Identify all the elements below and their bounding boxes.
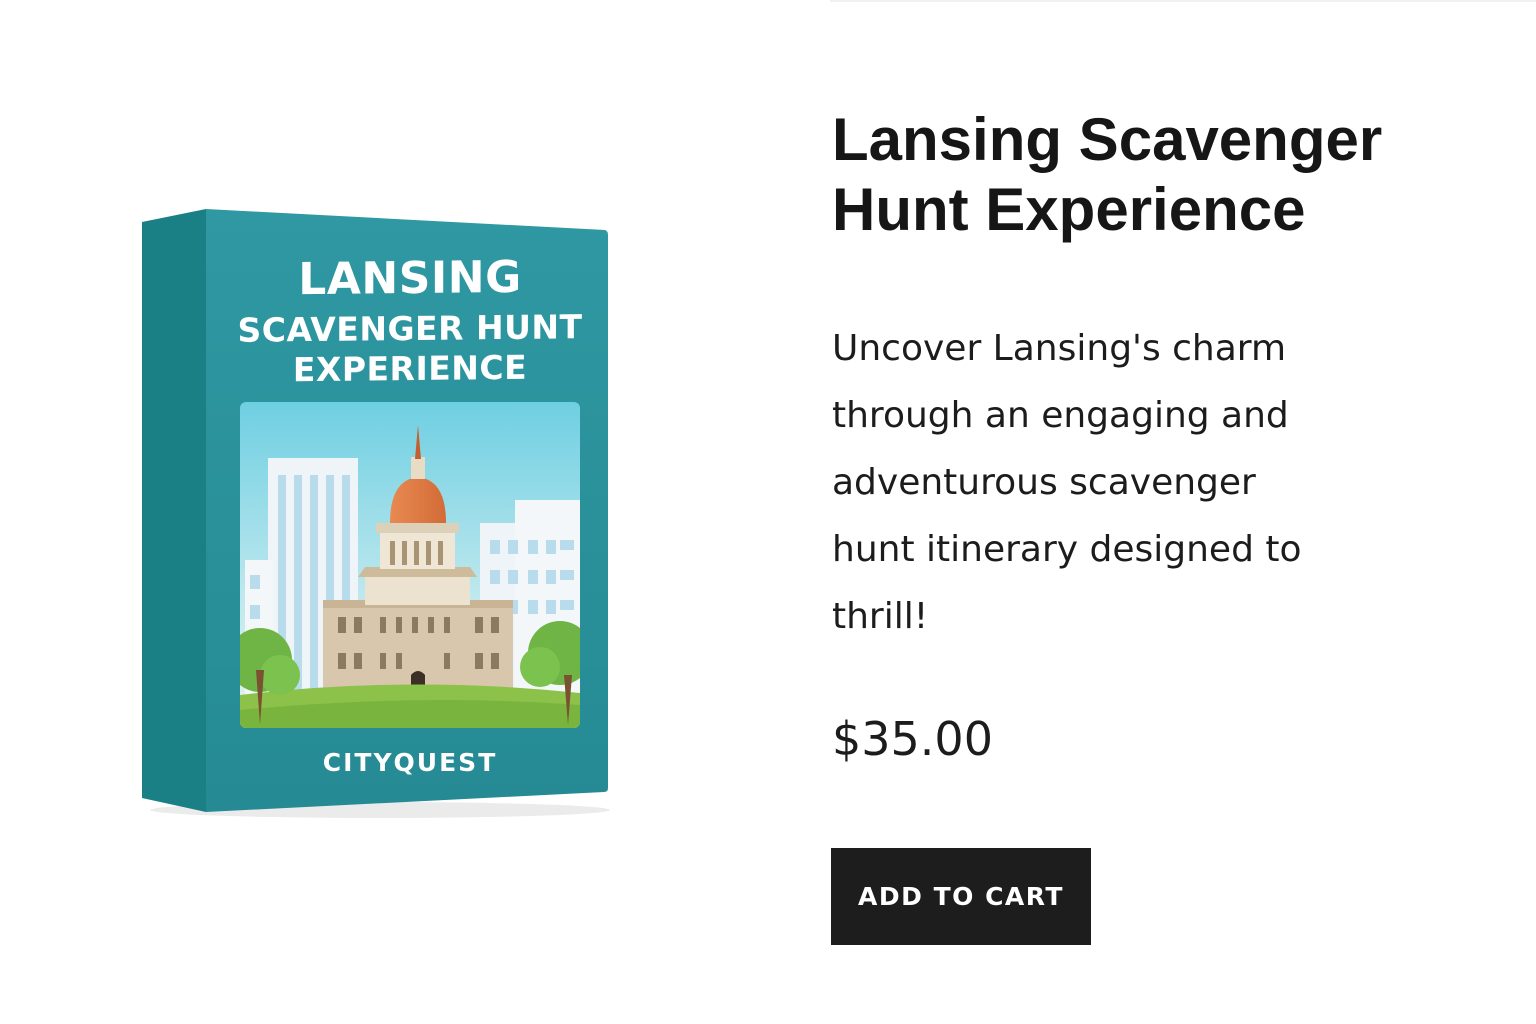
add-to-cart-button[interactable]: ADD TO CART [831,848,1091,945]
box-title-line2: SCAVENGER HUNT [237,307,583,350]
box-title-line3: EXPERIENCE [292,347,528,390]
product-info: Lansing Scavenger Hunt Experience Uncove… [832,105,1432,650]
box-title-line1: LANSING [298,251,522,306]
box-brand: CITYQUEST [322,748,498,777]
product-page: LANSING SCAVENGER HUNT EXPERIENCE CITYQU… [0,0,1536,1024]
product-price: $35.00 [832,712,993,766]
product-title: Lansing Scavenger Hunt Experience [832,106,1383,243]
product-image: LANSING SCAVENGER HUNT EXPERIENCE CITYQU… [140,205,615,820]
top-divider [830,0,1536,2]
product-description: Uncover Lansing's charm through an engag… [832,328,1302,637]
